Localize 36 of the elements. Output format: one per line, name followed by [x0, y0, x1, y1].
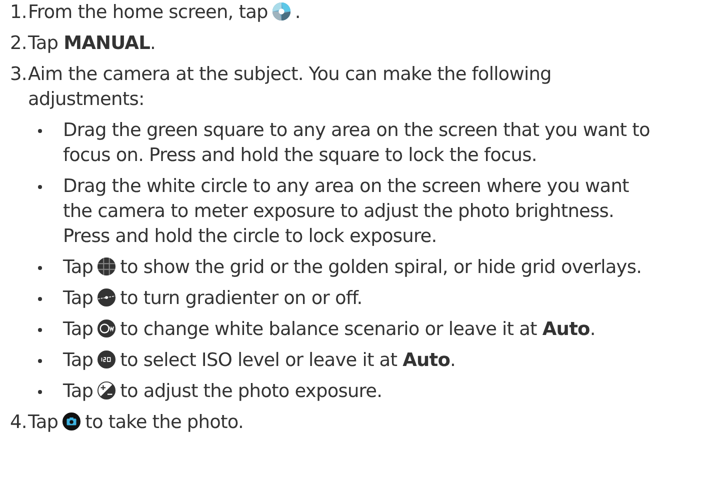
bullet-icon — [38, 185, 42, 189]
instruction-text: Tap MANUAL. — [28, 33, 156, 54]
instruction-text: to change white balance scenario or leave it at Auto. — [120, 319, 596, 340]
instruction-text: Tap — [63, 381, 94, 402]
instruction-text: Drag the green square to any area on the screen that you want to focus on. Press and hold the square to lock the focus. — [63, 120, 650, 166]
iso-icon — [97, 350, 116, 369]
instruction-text: . — [294, 2, 300, 23]
instruction-text: Aim the camera at the subject. You can make the following adjustments: — [28, 64, 552, 110]
bullet-icon — [38, 297, 42, 301]
step-number: 2. — [10, 32, 28, 56]
instruction-text: to turn gradienter on or off. — [120, 288, 362, 309]
instruction-text: to take the photo. — [85, 412, 244, 433]
bullet-icon — [38, 390, 42, 394]
step-number: 3. — [10, 63, 28, 87]
instruction-text: to show the grid or the golden spiral, or hide grid overlays. — [120, 257, 642, 278]
instruction-text: to select ISO level or leave it at Auto. — [120, 350, 456, 371]
step-number: 1. — [10, 1, 28, 25]
grid-icon — [97, 257, 116, 276]
instruction-text: Tap — [63, 350, 94, 371]
bullet-icon — [38, 359, 42, 363]
aw-mode-icon — [97, 319, 116, 338]
instruction-text: to adjust the photo exposure. — [120, 381, 382, 402]
camera-icon — [62, 412, 82, 431]
exposure-icon — [97, 381, 116, 400]
level-icon — [97, 288, 116, 307]
instruction-text: Tap — [63, 288, 94, 309]
instruction-text: From the home screen, tap — [28, 2, 268, 23]
bullet-icon — [38, 328, 42, 332]
instruction-text: Tap — [63, 257, 94, 278]
bullet-icon — [38, 129, 42, 133]
bullet-icon — [38, 266, 42, 270]
step-number: 4. — [10, 411, 28, 435]
camera-app-icon — [272, 2, 291, 21]
instruction-text: Tap — [63, 319, 94, 340]
instruction-text: Drag the white circle to any area on the screen where you want the camera to meter exposure to adjust the photo brightness. Press and hold the circle to lock exposure. — [63, 176, 629, 247]
instruction-text: Tap — [28, 412, 58, 433]
